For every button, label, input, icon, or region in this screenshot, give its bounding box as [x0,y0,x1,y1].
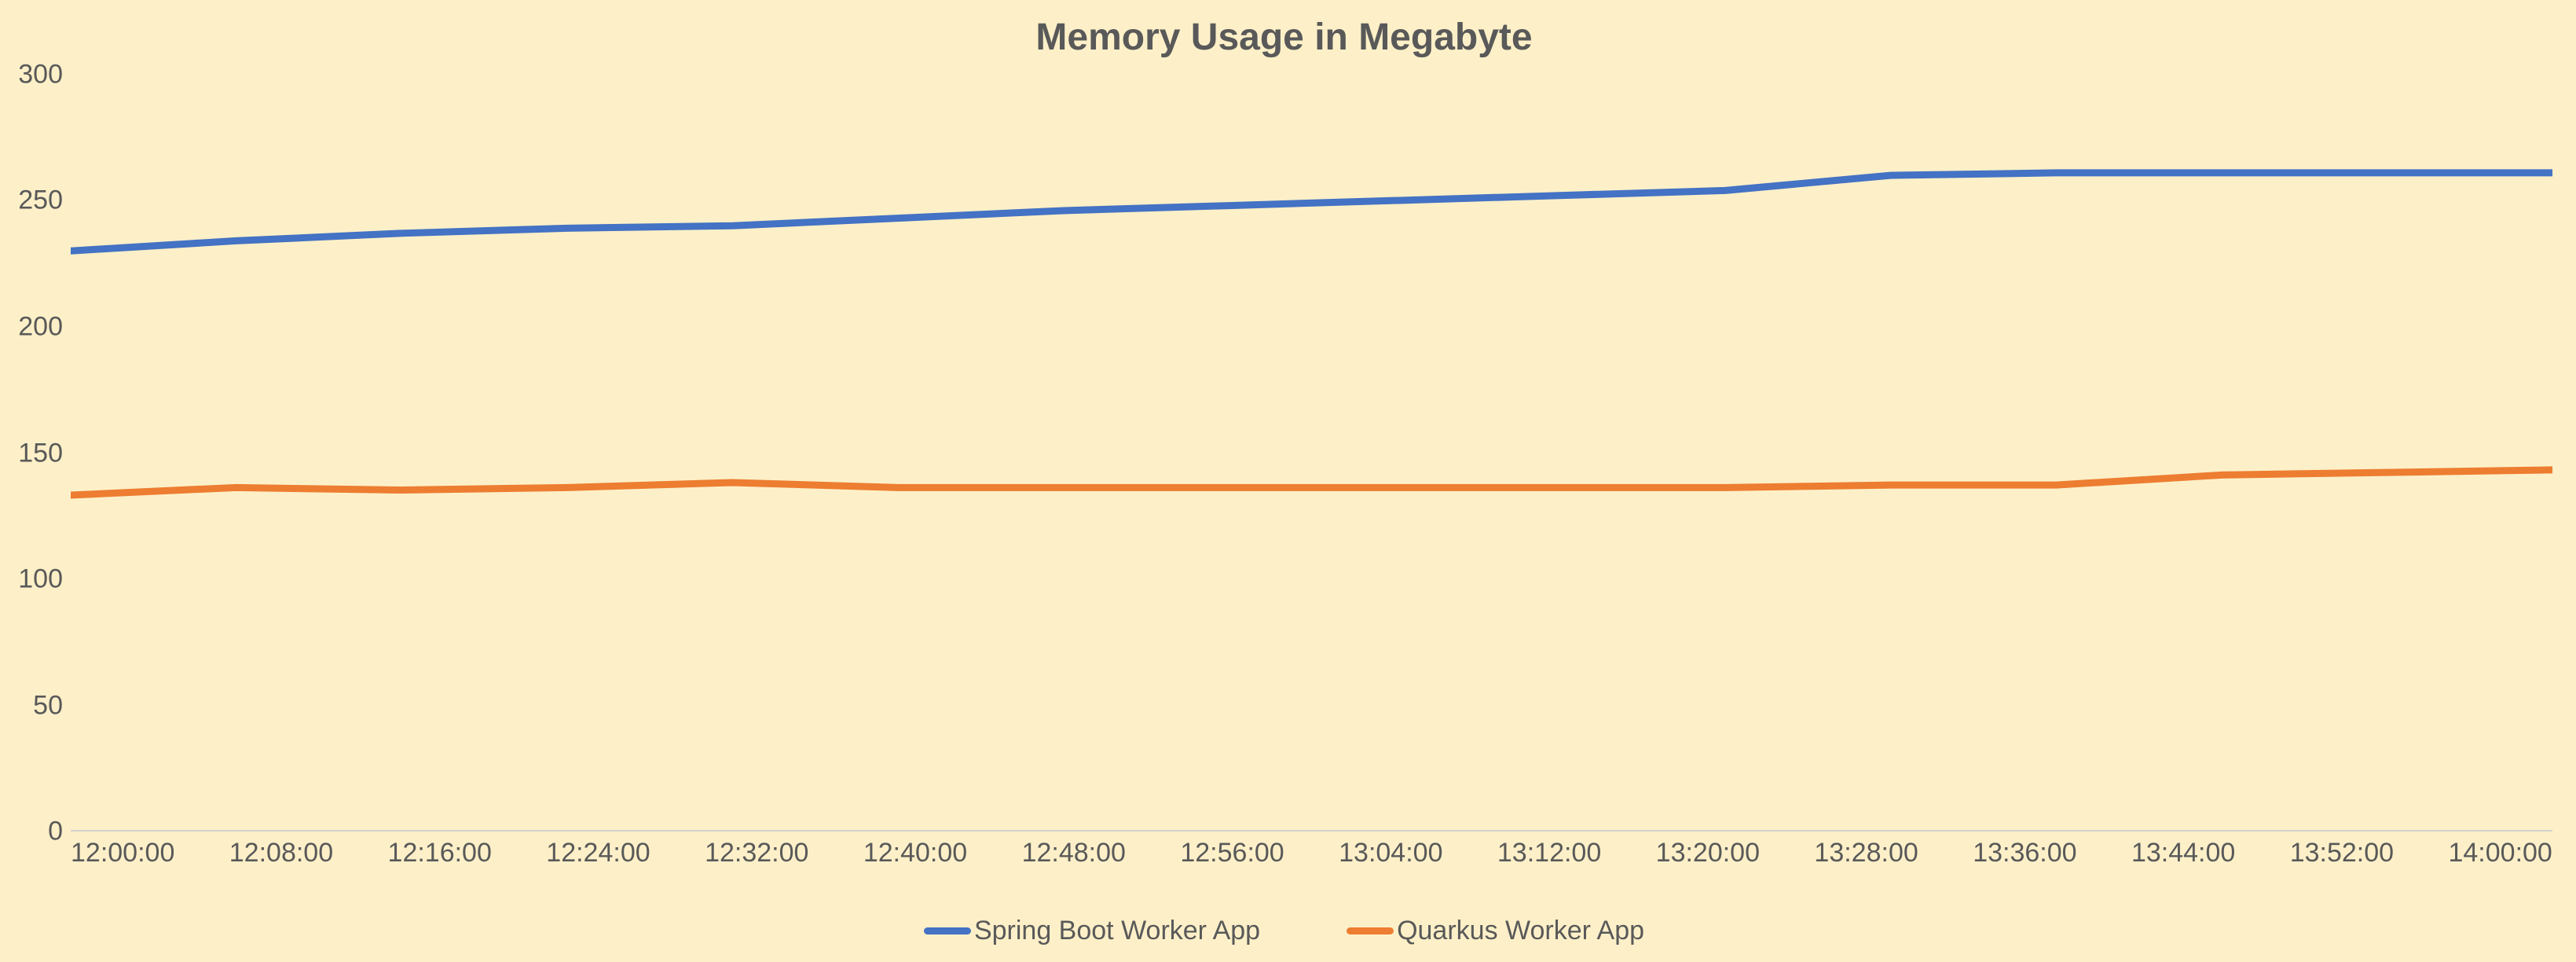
x-tick-label: 12:08:00 [229,838,333,868]
x-tick-label: 13:52:00 [2290,838,2394,868]
y-tick-label: 150 [18,438,63,468]
x-tick-label: 12:48:00 [1022,838,1126,868]
legend: Spring Boot Worker App Quarkus Worker App [16,916,2552,946]
plot-row: 050100150200250300 [16,75,2552,832]
series-line [71,173,2552,251]
x-axis: 12:00:00 12:08:00 12:16:00 12:24:00 12:32:00… [71,838,2552,868]
series-line [71,470,2552,495]
y-tick-label: 300 [18,60,63,90]
legend-item: Spring Boot Worker App [924,916,1260,946]
x-tick-label: 13:28:00 [1814,838,1918,868]
x-tick-label: 12:32:00 [705,838,808,868]
y-tick-label: 0 [48,817,63,847]
legend-swatch [924,927,971,934]
x-tick-label: 12:40:00 [863,838,967,868]
x-tick-label: 13:12:00 [1497,838,1601,868]
x-tick-label: 12:24:00 [546,838,650,868]
y-tick-label: 200 [18,311,63,342]
legend-item: Quarkus Worker App [1347,916,1644,946]
plot-area [71,75,2552,832]
x-tick-label: 12:16:00 [388,838,492,868]
x-tick-label: 13:36:00 [1973,838,2076,868]
chart-svg [71,75,2552,830]
x-axis-row: 12:00:00 12:08:00 12:16:00 12:24:00 12:32:00… [16,838,2552,868]
y-tick-label: 50 [33,690,63,721]
legend-label: Spring Boot Worker App [974,916,1260,946]
x-tick-label: 13:04:00 [1339,838,1442,868]
legend-label: Quarkus Worker App [1397,916,1644,946]
x-tick-label: 13:44:00 [2131,838,2235,868]
legend-swatch [1347,927,1394,934]
chart-title: Memory Usage in Megabyte [16,16,2552,59]
x-tick-label: 13:20:00 [1656,838,1760,868]
x-tick-label: 12:56:00 [1180,838,1284,868]
x-tick-label: 14:00:00 [2448,838,2552,868]
y-axis: 050100150200250300 [16,75,71,832]
x-tick-label: 12:00:00 [71,838,174,868]
y-tick-label: 100 [18,564,63,594]
y-tick-label: 250 [18,185,63,216]
